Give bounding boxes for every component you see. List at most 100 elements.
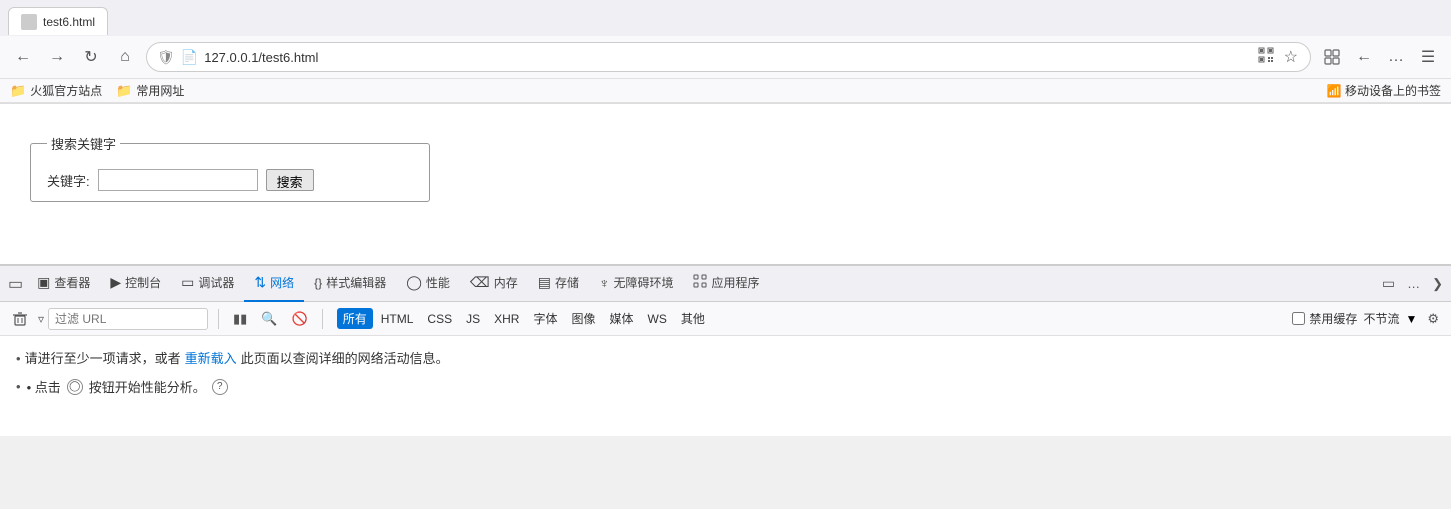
clear-button[interactable]: [8, 309, 32, 329]
toolbar-separator-2: [322, 309, 323, 329]
filter-xhr[interactable]: XHR: [488, 310, 525, 328]
network-icon: ⇅: [254, 274, 266, 291]
perf-msg-2: 按钮开始性能分析。: [89, 377, 206, 396]
bookmark-label-0: 火狐官方站点: [30, 82, 102, 99]
search-input[interactable]: [98, 169, 258, 191]
filter-image[interactable]: 图像: [565, 308, 601, 329]
storage-icon: ▤: [538, 274, 551, 291]
bullet-1: •: [16, 351, 21, 366]
help-icon[interactable]: ?: [212, 379, 228, 395]
home-button[interactable]: ⌂: [112, 44, 138, 70]
devtools-toolbar: ▿ ▮▮ 🔍 🚫 所有 HTML CSS JS XHR 字体 图像 媒体 WS …: [0, 302, 1451, 336]
mobile-bookmarks-icon: 📶: [1327, 84, 1342, 98]
disable-cache-label[interactable]: 禁用缓存: [1292, 310, 1357, 327]
network-msg-2: 此页面以查阅详细的网络活动信息。: [241, 348, 449, 367]
address-bar-container: 🛡 📄 ☆: [146, 42, 1311, 72]
devtools-tab-network[interactable]: ⇅ 网络: [244, 266, 304, 302]
console-icon: ▶: [110, 274, 121, 291]
tab-label: test6.html: [43, 15, 95, 29]
toolbar-right: 禁用缓存 不节流 ▼ ⚙: [1292, 309, 1443, 329]
bookmark-star-button[interactable]: ☆: [1282, 45, 1300, 69]
perf-clock-icon: ◯: [67, 379, 83, 395]
app-icon: [693, 274, 707, 291]
bookmarks-left: 📁 火狐官方站点 📁 常用网址: [10, 82, 184, 99]
browser-chrome: test6.html ← → ↻ ⌂ 🛡 📄: [0, 0, 1451, 104]
filter-ws[interactable]: WS: [642, 310, 673, 328]
disable-cache-checkbox[interactable]: [1292, 312, 1305, 325]
devtools-tab-memory[interactable]: ⌫ 内存: [460, 266, 528, 302]
reload-button[interactable]: ↻: [78, 44, 104, 70]
devtools-tab-debugger[interactable]: ▭ 调试器: [171, 266, 244, 302]
throttle-dropdown-icon: ▼: [1405, 312, 1417, 326]
filter-url-input[interactable]: [48, 308, 208, 330]
network-msg-1: 请进行至少一项请求，或者: [25, 348, 181, 367]
debugger-icon: ▭: [181, 274, 194, 291]
page-indicator-icon: 📄: [181, 49, 198, 66]
console-label: 控制台: [125, 274, 161, 291]
folder-icon-0: 📁: [10, 83, 26, 99]
reload-link[interactable]: 重新载入: [185, 348, 237, 367]
pause-icon: ▮▮: [233, 311, 247, 327]
filter-font[interactable]: 字体: [527, 308, 563, 329]
performance-label: 性能: [426, 274, 450, 291]
menu-button[interactable]: ☰: [1415, 44, 1441, 70]
page-content: 搜索关键字 关键字: 搜索: [0, 104, 1451, 264]
nav-bar: ← → ↻ ⌂ 🛡 📄 ☆: [0, 36, 1451, 79]
filter-section: ▿: [38, 308, 208, 330]
devtools-tab-storage[interactable]: ▤ 存储: [528, 266, 589, 302]
filter-css[interactable]: CSS: [421, 310, 458, 328]
qr-button[interactable]: [1256, 45, 1276, 70]
debugger-label: 调试器: [198, 274, 234, 291]
devtools-undock-button[interactable]: ▭: [4, 272, 27, 296]
filter-js[interactable]: JS: [460, 310, 486, 328]
throttle-label: 不节流: [1363, 310, 1399, 327]
devtools-tab-accessibility[interactable]: ♆ 无障碍环境: [589, 266, 684, 302]
back-arrow-button[interactable]: ←: [1351, 44, 1377, 70]
more-menu-button[interactable]: …: [1383, 44, 1409, 70]
search-button-devtools[interactable]: 🔍: [257, 309, 281, 329]
bookmark-item-1[interactable]: 📁 常用网址: [116, 82, 184, 99]
devtools-tab-console[interactable]: ▶ 控制台: [100, 266, 171, 302]
filter-other[interactable]: 其他: [675, 308, 711, 329]
perf-message: • • 点击 ◯ 按钮开始性能分析。 ?: [16, 377, 1435, 396]
devtools-more-button[interactable]: …: [1403, 274, 1424, 293]
style-editor-label: 样式编辑器: [326, 274, 386, 291]
devtools-content: • 请进行至少一项请求，或者 重新载入 此页面以查阅详细的网络活动信息。 • •…: [0, 336, 1451, 436]
devtools-tab-inspector[interactable]: ▣ 查看器: [27, 266, 100, 302]
extensions-icon: [1323, 48, 1341, 66]
pause-button[interactable]: ▮▮: [229, 309, 251, 329]
devtools-tab-app[interactable]: 应用程序: [683, 266, 769, 302]
search-button[interactable]: 搜索: [266, 169, 314, 191]
disable-cache-text: 禁用缓存: [1309, 310, 1357, 327]
bookmark-label-1: 常用网址: [136, 82, 184, 99]
devtools-tab-style-editor[interactable]: {} 样式编辑器: [304, 266, 396, 302]
devtools-tabs: ▭ ▣ 查看器 ▶ 控制台 ▭ 调试器 ⇅ 网络 {} 样式编辑器 ◯ 性能: [0, 266, 1451, 302]
bookmarks-bar: 📁 火狐官方站点 📁 常用网址 📶 移动设备上的书签: [0, 79, 1451, 103]
trash-icon: [12, 311, 28, 327]
search-icon: 🔍: [261, 311, 277, 327]
extensions-button[interactable]: [1319, 44, 1345, 70]
block-button[interactable]: 🚫: [288, 309, 312, 329]
search-legend: 搜索关键字: [47, 134, 120, 153]
filter-type-buttons: 所有 HTML CSS JS XHR 字体 图像 媒体 WS 其他: [337, 308, 711, 329]
address-input[interactable]: [204, 50, 1249, 65]
settings-button[interactable]: ⚙: [1423, 309, 1443, 329]
filter-all[interactable]: 所有: [337, 308, 373, 329]
forward-button[interactable]: →: [44, 44, 70, 70]
filter-icon: ▿: [38, 312, 44, 326]
performance-icon: ◯: [406, 274, 422, 291]
qr-icon: [1258, 47, 1274, 63]
settings-icon: ⚙: [1427, 311, 1439, 327]
active-tab[interactable]: test6.html: [8, 7, 108, 35]
devtools-close-button[interactable]: ❯: [1428, 274, 1447, 294]
filter-media[interactable]: 媒体: [603, 308, 639, 329]
filter-html[interactable]: HTML: [375, 310, 420, 328]
devtools-dock-button[interactable]: ▭: [1378, 273, 1399, 294]
search-fieldset: 搜索关键字 关键字: 搜索: [30, 134, 430, 202]
bookmark-item-0[interactable]: 📁 火狐官方站点: [10, 82, 102, 99]
memory-label: 内存: [494, 274, 518, 291]
back-button[interactable]: ←: [10, 44, 36, 70]
network-empty-message: • 请进行至少一项请求，或者 重新载入 此页面以查阅详细的网络活动信息。: [16, 348, 1435, 367]
devtools-tab-performance[interactable]: ◯ 性能: [396, 266, 460, 302]
block-icon: 🚫: [292, 311, 308, 327]
